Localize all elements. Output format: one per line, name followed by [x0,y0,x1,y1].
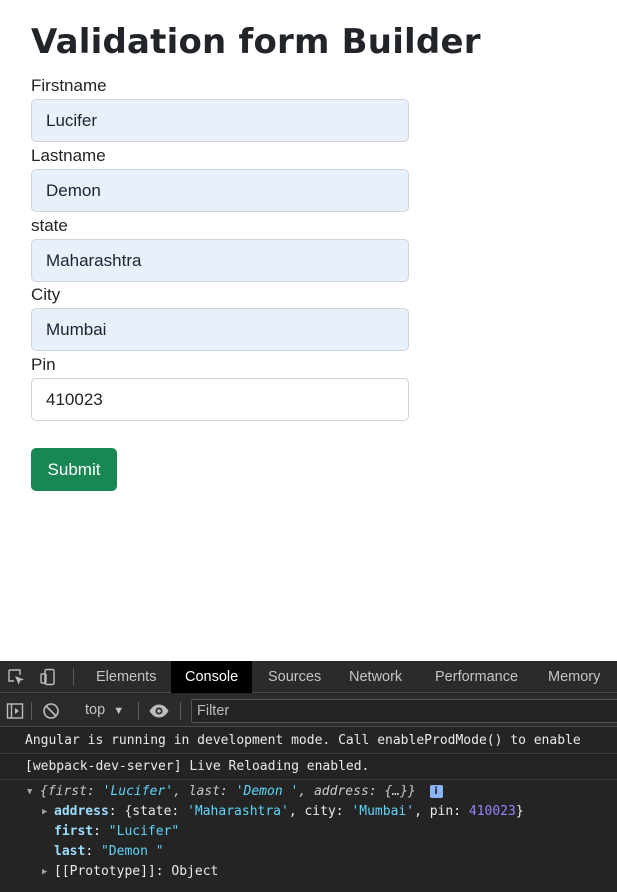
context-select[interactable]: top ▼ [85,694,124,727]
address-key-city: city [304,804,336,819]
tab-network[interactable]: Network [335,661,416,693]
console-message: [webpack-dev-server] Live Reloading enab… [0,754,617,780]
console-filter-input[interactable] [191,699,617,723]
lastname-label: Lastname [31,146,106,165]
inspect-element-icon[interactable] [6,667,26,687]
firstname-input[interactable] [31,99,409,142]
firstname-label: Firstname [31,76,107,95]
device-toolbar-icon[interactable] [38,667,58,687]
console-object-log: ▼ {first: 'Lucifer', last: 'Demon ', add… [0,780,617,882]
summary-value-first: 'Lucifer' [102,784,174,799]
pin-label: Pin [31,355,56,374]
toolbar-divider [180,702,181,720]
address-value-state: 'Maharashtra' [187,804,289,819]
toolbar-divider [31,702,32,720]
tab-elements[interactable]: Elements [82,661,170,693]
address-key-pin: pin [429,804,454,819]
tab-sources[interactable]: Sources [254,661,335,693]
toolbar-divider [138,702,139,720]
chevron-down-icon: ▼ [113,705,125,717]
page-title: Validation form Builder [31,22,481,62]
info-badge[interactable]: i [429,785,443,798]
prototype-key: [[Prototype]] [54,864,156,879]
city-label: City [31,285,61,304]
tabbar-divider [73,668,74,686]
sidebar-toggle-icon[interactable] [5,701,25,721]
object-summary-row[interactable]: ▼ {first: 'Lucifer', last: 'Demon ', add… [0,782,617,802]
clear-console-icon[interactable] [41,701,61,721]
prototype-value: Object [171,864,219,879]
summary-value-last: 'Demon ' [235,784,299,799]
first-key: first [54,824,94,839]
lastname-input[interactable] [31,169,409,212]
context-select-value: top [85,702,106,718]
devtools-panel: Elements Console Sources Network Perform… [0,661,617,892]
last-row: last: "Demon " [54,844,164,859]
collapsed-triangle-icon[interactable]: ▶ [42,802,47,822]
console-toolbar: top ▼ [0,694,617,727]
form-page: Validation form Builder Firstname Lastna… [0,0,617,661]
city-input[interactable] [31,308,409,351]
last-value: "Demon " [100,844,164,859]
state-label: state [31,216,68,235]
address-key-state: state [132,804,172,819]
last-key: last [54,844,86,859]
tab-performance[interactable]: Performance [421,661,532,693]
address-key: address [54,804,109,819]
summary-key-first: first [47,784,87,799]
address-value-pin: 410023 [468,804,516,819]
devtools-tabbar: Elements Console Sources Network Perform… [0,661,617,693]
pin-input[interactable] [31,378,409,421]
address-row[interactable]: ▶ address: {state: 'Maharashtra', city: … [0,802,617,822]
console-output: Angular is running in development mode. … [0,728,617,882]
submit-button[interactable]: Submit [31,448,117,491]
console-message: Angular is running in development mode. … [0,728,617,754]
summary-value-address: {…} [384,784,408,799]
summary-key-address: address [313,784,369,799]
first-value: "Lucifer" [108,824,180,839]
collapsed-triangle-icon[interactable]: ▶ [42,862,47,882]
eye-icon[interactable] [148,701,170,721]
tab-memory[interactable]: Memory [534,661,614,693]
prototype-row[interactable]: ▶ [[Prototype]]: Object [0,862,617,882]
first-row: first: "Lucifer" [54,824,180,839]
expanded-triangle-icon[interactable]: ▼ [27,782,32,802]
summary-key-last: last [188,784,221,799]
tab-console[interactable]: Console [171,661,253,693]
address-value-city: 'Mumbai' [351,804,415,819]
state-input[interactable] [31,239,409,282]
